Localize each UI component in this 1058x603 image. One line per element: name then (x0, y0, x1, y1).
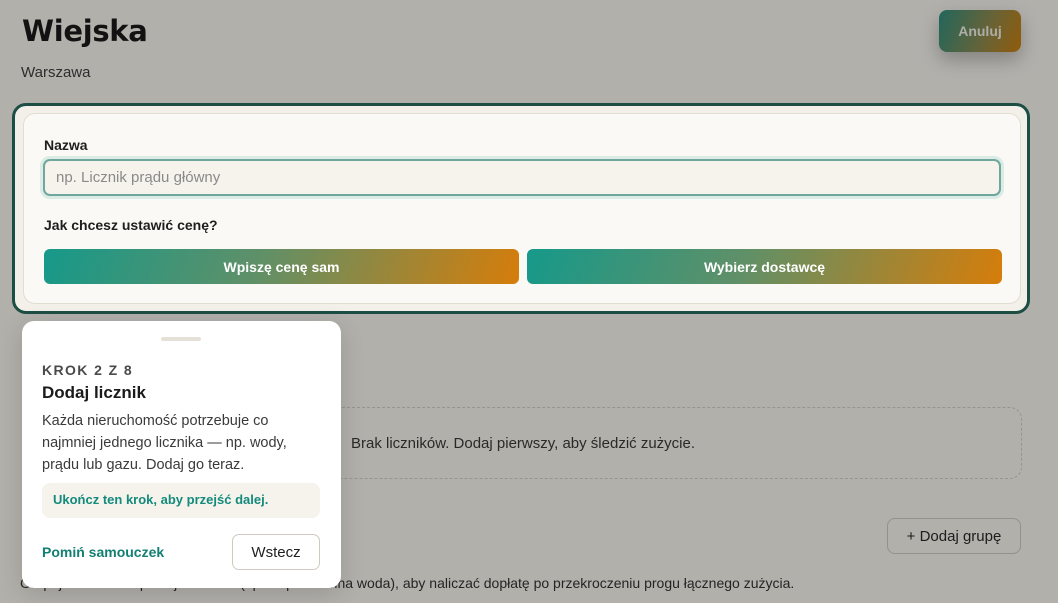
meters-empty-text: Brak liczników. Dodaj pierwszy, aby śled… (351, 435, 696, 452)
manual-price-button[interactable]: Wpiszę cenę sam (44, 249, 519, 284)
name-label: Nazwa (44, 137, 88, 153)
tour-step-counter: KROK 2 Z 8 (42, 362, 134, 378)
choose-supplier-button[interactable]: Wybierz dostawcę (527, 249, 1002, 284)
tour-hint: Ukończ ten krok, aby przejść dalej. (42, 483, 320, 518)
tour-description: Każda nieruchomość potrzebuje co najmnie… (42, 413, 287, 473)
cancel-button[interactable]: Anuluj (939, 10, 1021, 52)
tour-spotlight: Nazwa Jak chcesz ustawić cenę? Wpiszę ce… (12, 103, 1030, 314)
back-button[interactable]: Wstecz (232, 534, 320, 570)
price-question: Jak chcesz ustawić cenę? (44, 217, 218, 233)
page-title: Wiejska (22, 14, 148, 48)
tour-title: Dodaj licznik (42, 383, 146, 402)
tour-popover: KROK 2 Z 8 Dodaj licznik Każda nieruchom… (22, 321, 341, 588)
page-subtitle: Warszawa (21, 64, 91, 81)
meter-name-input[interactable] (43, 159, 1001, 196)
skip-tutorial-link[interactable]: Pomiń samouczek (42, 544, 164, 560)
drag-handle[interactable] (161, 337, 201, 341)
add-group-button[interactable]: + Dodaj grupę (887, 518, 1021, 554)
add-meter-form: Nazwa Jak chcesz ustawić cenę? Wpiszę ce… (23, 113, 1021, 304)
